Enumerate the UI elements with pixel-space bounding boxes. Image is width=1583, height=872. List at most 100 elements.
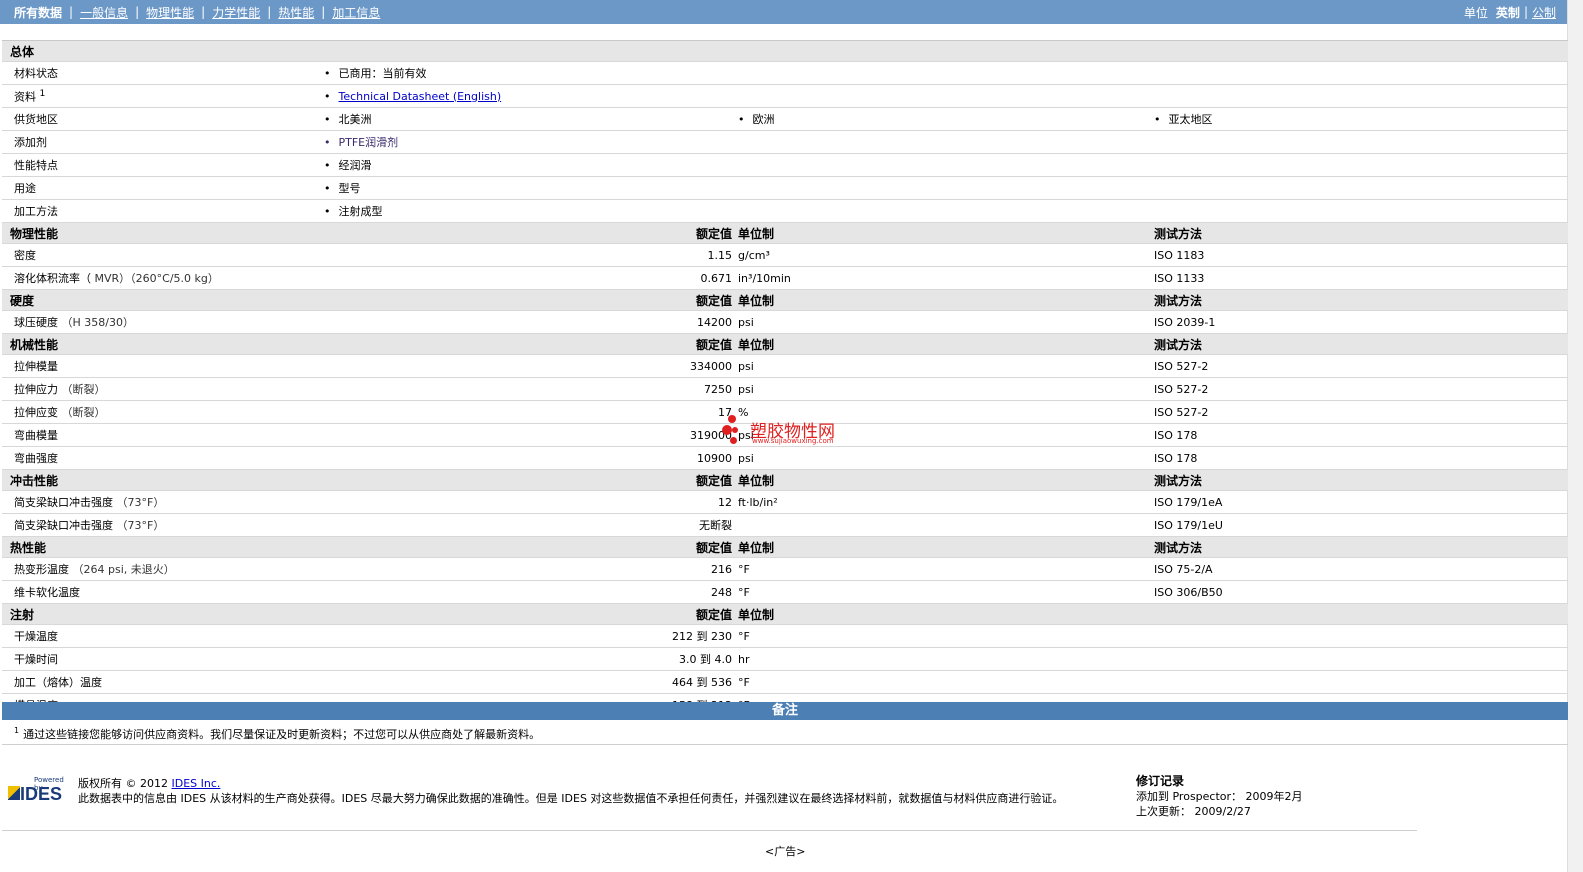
unit-column-header: 单位制: [738, 603, 1154, 625]
property-condition: MVR）（260°C/5.0 kg）: [94, 272, 219, 285]
test-method: ISO 2039-1: [1154, 310, 1568, 334]
table-row: 弯曲强度 10900 psi ISO 178: [2, 446, 1568, 470]
footnote: 1 通过这些链接您能够访问供应商资料。我们尽量保证及时更新资料；不过您可以从供应商…: [14, 726, 540, 742]
property-name: 简支梁缺口冲击强度: [14, 496, 113, 509]
property-condition: （73°F）: [116, 519, 165, 532]
unit-metric-button[interactable]: 公制: [1532, 4, 1556, 21]
footnote-marker: 1: [14, 726, 20, 736]
unit-english-button[interactable]: 英制: [1496, 4, 1520, 21]
property-value: 17: [324, 400, 738, 424]
test-method: ISO 527-2: [1154, 377, 1568, 401]
property-name-cell: 弯曲模量: [2, 423, 324, 447]
property-name: 加工（熔体）温度: [14, 676, 102, 689]
section-mechanical: 机械性能 额定值 单位制 测试方法 拉伸模量 334000 psi ISO 527-2 拉伸应力…: [2, 333, 1568, 470]
table-row: 溶化体积流率（ MVR）（260°C/5.0 kg） 0.671 in³/10min…: [2, 266, 1568, 290]
property-value: 334000: [324, 354, 738, 378]
property-value: 10900: [324, 446, 738, 470]
datasheet-link[interactable]: Technical Datasheet (English): [339, 90, 502, 103]
table-row: 热变形温度 （264 psi, 未退火） 216 °F ISO 75-2/A: [2, 557, 1568, 581]
table-row: 材料状态 已商用：当前有效: [2, 61, 1568, 85]
nav-general-info[interactable]: 一般信息: [80, 4, 128, 21]
property-value: PTFE润滑剂: [324, 136, 398, 149]
section-header: 热性能 额定值 单位制 测试方法: [2, 536, 1568, 558]
ad-placeholder[interactable]: <广告>: [765, 843, 805, 859]
section-nav: 所有数据 | 一般信息 | 物理性能 | 力学性能 | 热性能 | 加工信息: [0, 4, 380, 21]
unit-column-header: 单位制: [738, 222, 1154, 244]
property-value: 经润滑: [324, 159, 372, 172]
section-header: 冲击性能 额定值 单位制 测试方法: [2, 469, 1568, 491]
property-condition: （断裂）: [61, 406, 106, 419]
logo-text: IDES: [20, 784, 63, 804]
region-value: 欧洲: [738, 113, 775, 126]
section-physical: 物理性能 额定值 单位制 测试方法 密度 1.15 g/cm³ ISO 1183 溶化体积流率（…: [2, 222, 1568, 290]
added-label: 添加到 Prospector：: [1136, 790, 1243, 803]
copyright-text: 版权所有 © 2012: [78, 777, 168, 790]
bullet: [324, 90, 339, 103]
property-unit: [738, 513, 1154, 537]
datasheet-content: 总体 材料状态 已商用：当前有效 资料 1 Technical Datashee…: [2, 40, 1568, 717]
property-unit: in³/10min: [738, 266, 1154, 290]
nav-thermal[interactable]: 热性能: [278, 4, 314, 21]
section-title: 热性能: [2, 536, 324, 558]
property-unit: °F: [738, 557, 1154, 581]
nav-physical[interactable]: 物理性能: [146, 4, 194, 21]
watermark-url: www.sujiaowuxing.com: [752, 437, 834, 445]
table-row: 简支梁缺口冲击强度 （73°F） 12 ft·lb/in² ISO 179/1eA: [2, 490, 1568, 514]
property-name-cell: 拉伸应力 （断裂）: [2, 377, 324, 401]
section-injection: 注射 额定值 单位制 干燥温度 212 到 230 °F 干燥时间 3.0 到 4.0 hr 加工…: [2, 603, 1568, 717]
property-name-cell: 干燥时间: [2, 647, 324, 671]
property-name-cell: 简支梁缺口冲击强度 （73°F）: [2, 490, 324, 514]
property-name: 简支梁缺口冲击强度: [14, 519, 113, 532]
nav-mechanical[interactable]: 力学性能: [212, 4, 260, 21]
table-row: 维卡软化温度 248 °F ISO 306/B50: [2, 580, 1568, 604]
unit-switch: 单位 英制 | 公制: [1464, 4, 1568, 21]
property-unit: hr: [738, 647, 1154, 671]
section-header: 硬度 额定值 单位制 测试方法: [2, 289, 1568, 311]
property-unit: °F: [738, 670, 1154, 694]
section-title: 总体: [2, 40, 1568, 62]
watermark-dots-icon: [722, 415, 742, 445]
test-method: ISO 179/1eA: [1154, 490, 1568, 514]
section-header: 机械性能 额定值 单位制 测试方法: [2, 333, 1568, 355]
nav-separator: |: [135, 5, 140, 19]
revision-history: 修订记录 添加到 Prospector： 2009年2月 上次更新： 2009/…: [1136, 774, 1303, 819]
property-name-cell: 简支梁缺口冲击强度 （73°F）: [2, 513, 324, 537]
property-value: 212 到 230: [324, 624, 738, 648]
table-row: 拉伸模量 334000 psi ISO 527-2: [2, 354, 1568, 378]
property-name-cell: 维卡软化温度: [2, 580, 324, 604]
property-name: 热变形温度: [14, 563, 69, 576]
test-method: ISO 1183: [1154, 243, 1568, 267]
nav-all-data[interactable]: 所有数据: [14, 4, 62, 21]
property-value: 0.671: [324, 266, 738, 290]
property-name: 性能特点: [2, 153, 324, 177]
property-value: 14200: [324, 310, 738, 334]
nav-processing[interactable]: 加工信息: [332, 4, 380, 21]
ides-logo[interactable]: Powered by IDES: [8, 776, 72, 808]
section-impact: 冲击性能 额定值 单位制 测试方法 简支梁缺口冲击强度 （73°F） 12 ft·lb/in…: [2, 469, 1568, 537]
table-row: 添加剂 PTFE润滑剂: [2, 130, 1568, 154]
section-header: 注射 额定值 单位制: [2, 603, 1568, 625]
property-name: 加工方法: [2, 199, 324, 223]
property-name-cell: 溶化体积流率（ MVR）（260°C/5.0 kg）: [2, 266, 324, 290]
table-row: 密度 1.15 g/cm³ ISO 1183: [2, 243, 1568, 267]
ides-link[interactable]: IDES Inc.: [172, 777, 221, 790]
table-row: 加工（熔体）温度 464 到 536 °F: [2, 670, 1568, 694]
vertical-scrollbar[interactable]: [1567, 0, 1583, 872]
table-row: 简支梁缺口冲击强度 （73°F） 无断裂 ISO 179/1eU: [2, 513, 1568, 537]
table-row: 干燥温度 212 到 230 °F: [2, 624, 1568, 648]
region-value: 北美洲: [324, 113, 372, 126]
property-value: 12: [324, 490, 738, 514]
section-thermal: 热性能 额定值 单位制 测试方法 热变形温度 （264 psi, 未退火） 216 °F IS…: [2, 536, 1568, 604]
property-name: 拉伸应力: [14, 383, 58, 396]
updated-label: 上次更新：: [1136, 805, 1191, 818]
property-value: 1.15: [324, 243, 738, 267]
unit-column-header: 单位制: [738, 536, 1154, 558]
nav-separator: |: [321, 5, 326, 19]
property-name-cell: 热变形温度 （264 psi, 未退火）: [2, 557, 324, 581]
property-value: 248: [324, 580, 738, 604]
property-value: 216: [324, 557, 738, 581]
property-value: 注射成型: [324, 205, 383, 218]
table-row: 干燥时间 3.0 到 4.0 hr: [2, 647, 1568, 671]
property-unit: psi: [738, 377, 1154, 401]
method-column-header: 测试方法: [1154, 469, 1568, 491]
